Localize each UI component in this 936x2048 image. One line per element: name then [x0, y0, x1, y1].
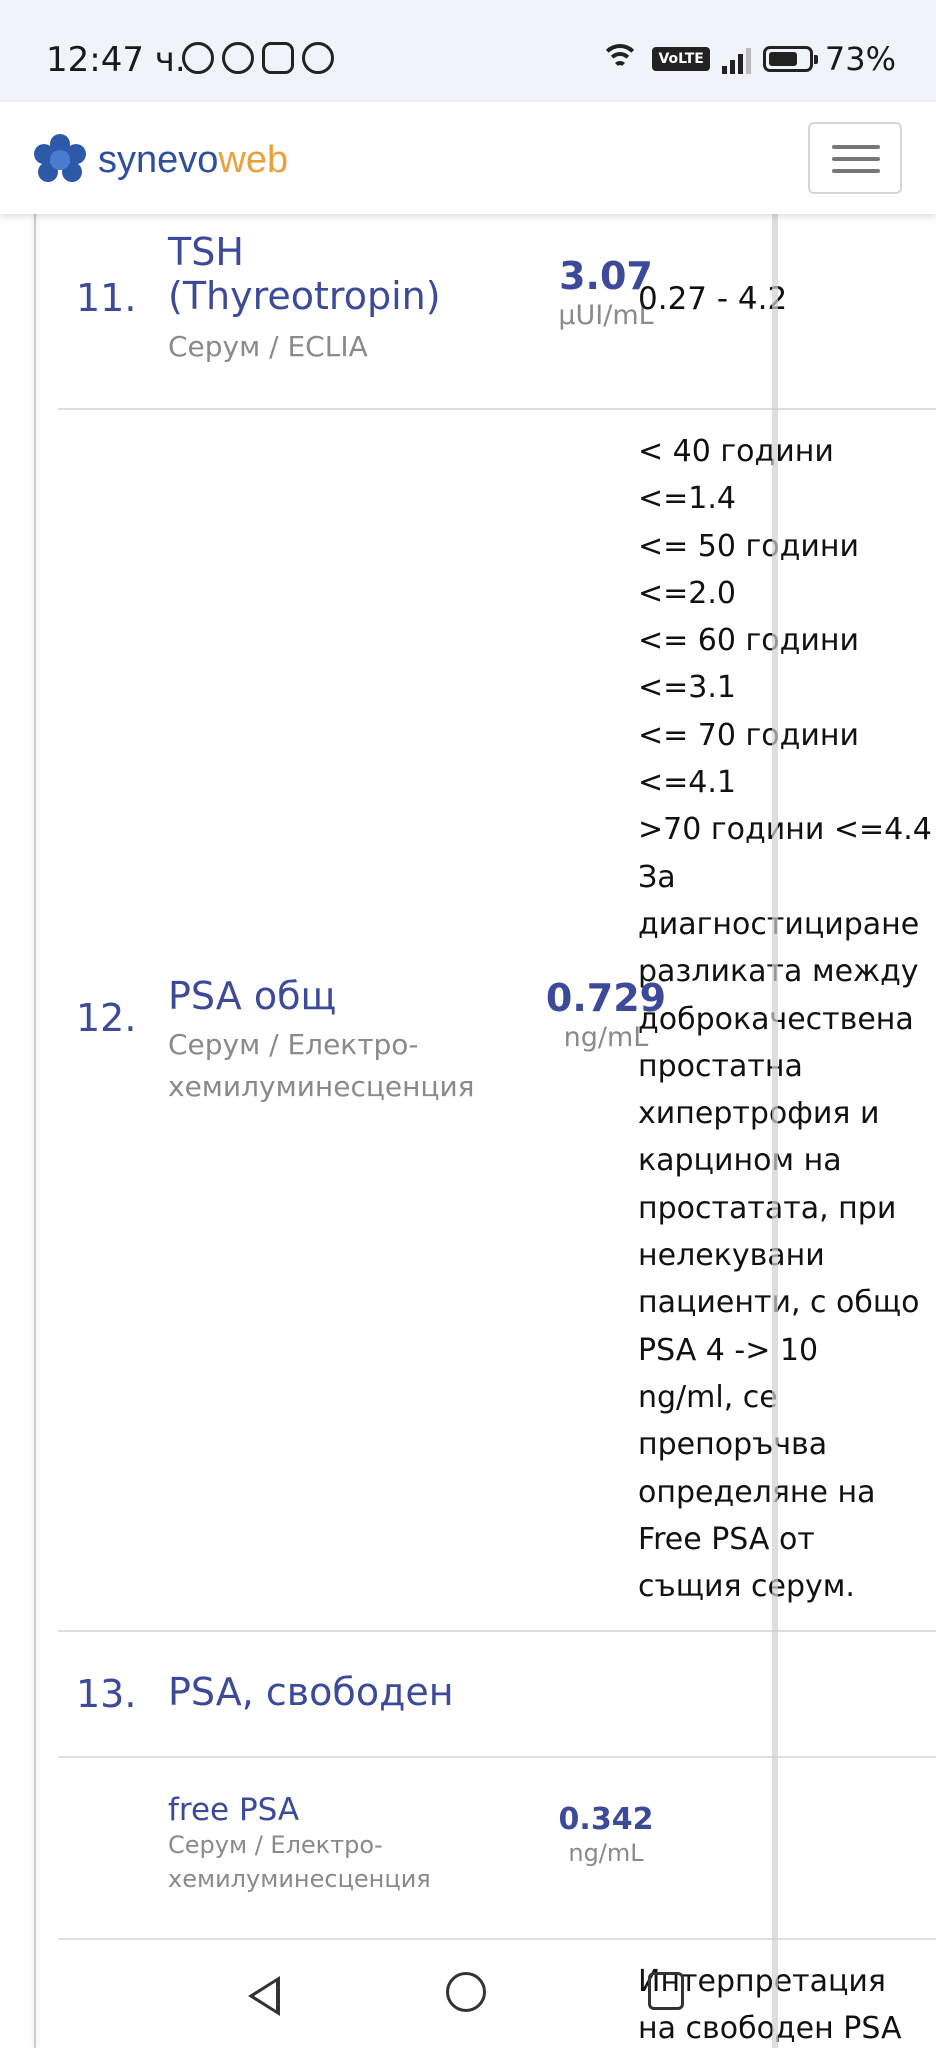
alarm-icon	[182, 42, 214, 74]
battery-icon	[762, 46, 818, 72]
test-name[interactable]: TSH (Thyreotropin)	[168, 230, 441, 318]
volte-badge: VoLTE	[652, 47, 710, 71]
reference-line: пациенти, с общо	[638, 1285, 920, 1321]
reference-line: диагностициране	[638, 906, 920, 942]
reference-line: простатата, при	[638, 1190, 897, 1226]
reference-line: <= 60 години	[638, 623, 859, 659]
reference-line: За	[638, 859, 676, 895]
reference-line: препоръчва	[638, 1427, 828, 1463]
reference-line: карцином на	[638, 1143, 842, 1179]
reference-line: < 40 години	[638, 434, 834, 469]
notification-icons	[182, 42, 334, 74]
reference-line: ng/ml, се	[638, 1379, 778, 1415]
battery-level	[768, 52, 797, 66]
wifi-icon	[600, 44, 641, 74]
results-table: 11. TSH (Thyreotropin) Серум / ECLIA 3.0…	[0, 214, 936, 2048]
row-number: 13.	[76, 1672, 137, 1716]
reference-line: хипертрофия и	[638, 1096, 880, 1132]
instagram-icon	[262, 42, 294, 74]
reference-line: <=2.0	[638, 575, 736, 611]
reference-line: <= 70 години	[638, 717, 859, 753]
battery-percent: 73%	[824, 40, 896, 78]
reference-line: <=1.4	[638, 481, 736, 517]
test-name[interactable]: PSA общ	[168, 974, 336, 1018]
status-right: VoLTE 73%	[600, 40, 896, 78]
flower-logo-icon	[34, 134, 86, 186]
scroll-divider	[772, 214, 778, 2048]
reference-line: >70 години <=4.4	[638, 812, 932, 848]
recents-icon[interactable]	[648, 1972, 684, 2010]
reference-line: нелекувани	[638, 1238, 825, 1274]
reference-line: същия серум.	[638, 1569, 855, 1605]
table-row: 12. PSA общ Серум / Електро- хемилуминес…	[58, 410, 936, 1632]
test-group-name[interactable]: PSA, свободен	[168, 1670, 454, 1714]
viber-icon	[222, 42, 254, 74]
table-row: 13. PSA, свободен	[58, 1632, 936, 1758]
reference-line: определяне на	[638, 1474, 876, 1510]
sample-type: Серум / Електро- хемилуминесценция	[168, 1028, 475, 1103]
row-number: 12.	[76, 996, 137, 1040]
sample-type: Серум / ECLIA	[168, 330, 368, 363]
reference-line: простатна	[638, 1048, 803, 1084]
table-row: free PSA Серум / Електро- хемилуминесцен…	[58, 1758, 936, 1940]
logo-text: synevoweb	[98, 138, 289, 181]
reference-line: разликата между	[638, 954, 919, 990]
reference-line: PSA 4 -> 10	[638, 1332, 819, 1368]
site-header: synevoweb	[0, 102, 936, 214]
table-row: 11. TSH (Thyreotropin) Серум / ECLIA 3.0…	[58, 214, 936, 410]
table-left-border	[34, 214, 36, 2048]
result-value: 0.342 ng/mL	[558, 1802, 654, 1867]
row-number: 11.	[76, 276, 137, 320]
home-icon[interactable]	[446, 1972, 486, 2012]
reference-line: <=4.1	[638, 765, 736, 801]
reference-line: <= 50 години	[638, 528, 859, 564]
reference-line: доброкачествена	[638, 996, 932, 1043]
reference-range: < 40 години <=1.4 <= 50 години <=2.0 <= 60 г…	[638, 428, 932, 1610]
hand-icon	[302, 42, 334, 74]
back-icon[interactable]	[248, 1976, 280, 2016]
synevo-logo[interactable]: synevoweb	[34, 134, 288, 186]
menu-toggle-button[interactable]	[808, 122, 902, 194]
reference-range: 0.27 - 4.2	[638, 281, 788, 317]
sample-type: Серум / Електро- хемилуминесценция	[168, 1831, 431, 1893]
reference-line: Free PSA от	[638, 1521, 815, 1557]
test-name[interactable]: free PSA	[168, 1788, 299, 1832]
status-time: 12:47 ч.	[46, 40, 186, 80]
system-navigation-bar	[0, 1944, 936, 2048]
reference-line: <=3.1	[638, 670, 736, 706]
status-bar: 12:47 ч. VoLTE 73%	[0, 0, 936, 102]
signal-icon	[721, 44, 751, 74]
